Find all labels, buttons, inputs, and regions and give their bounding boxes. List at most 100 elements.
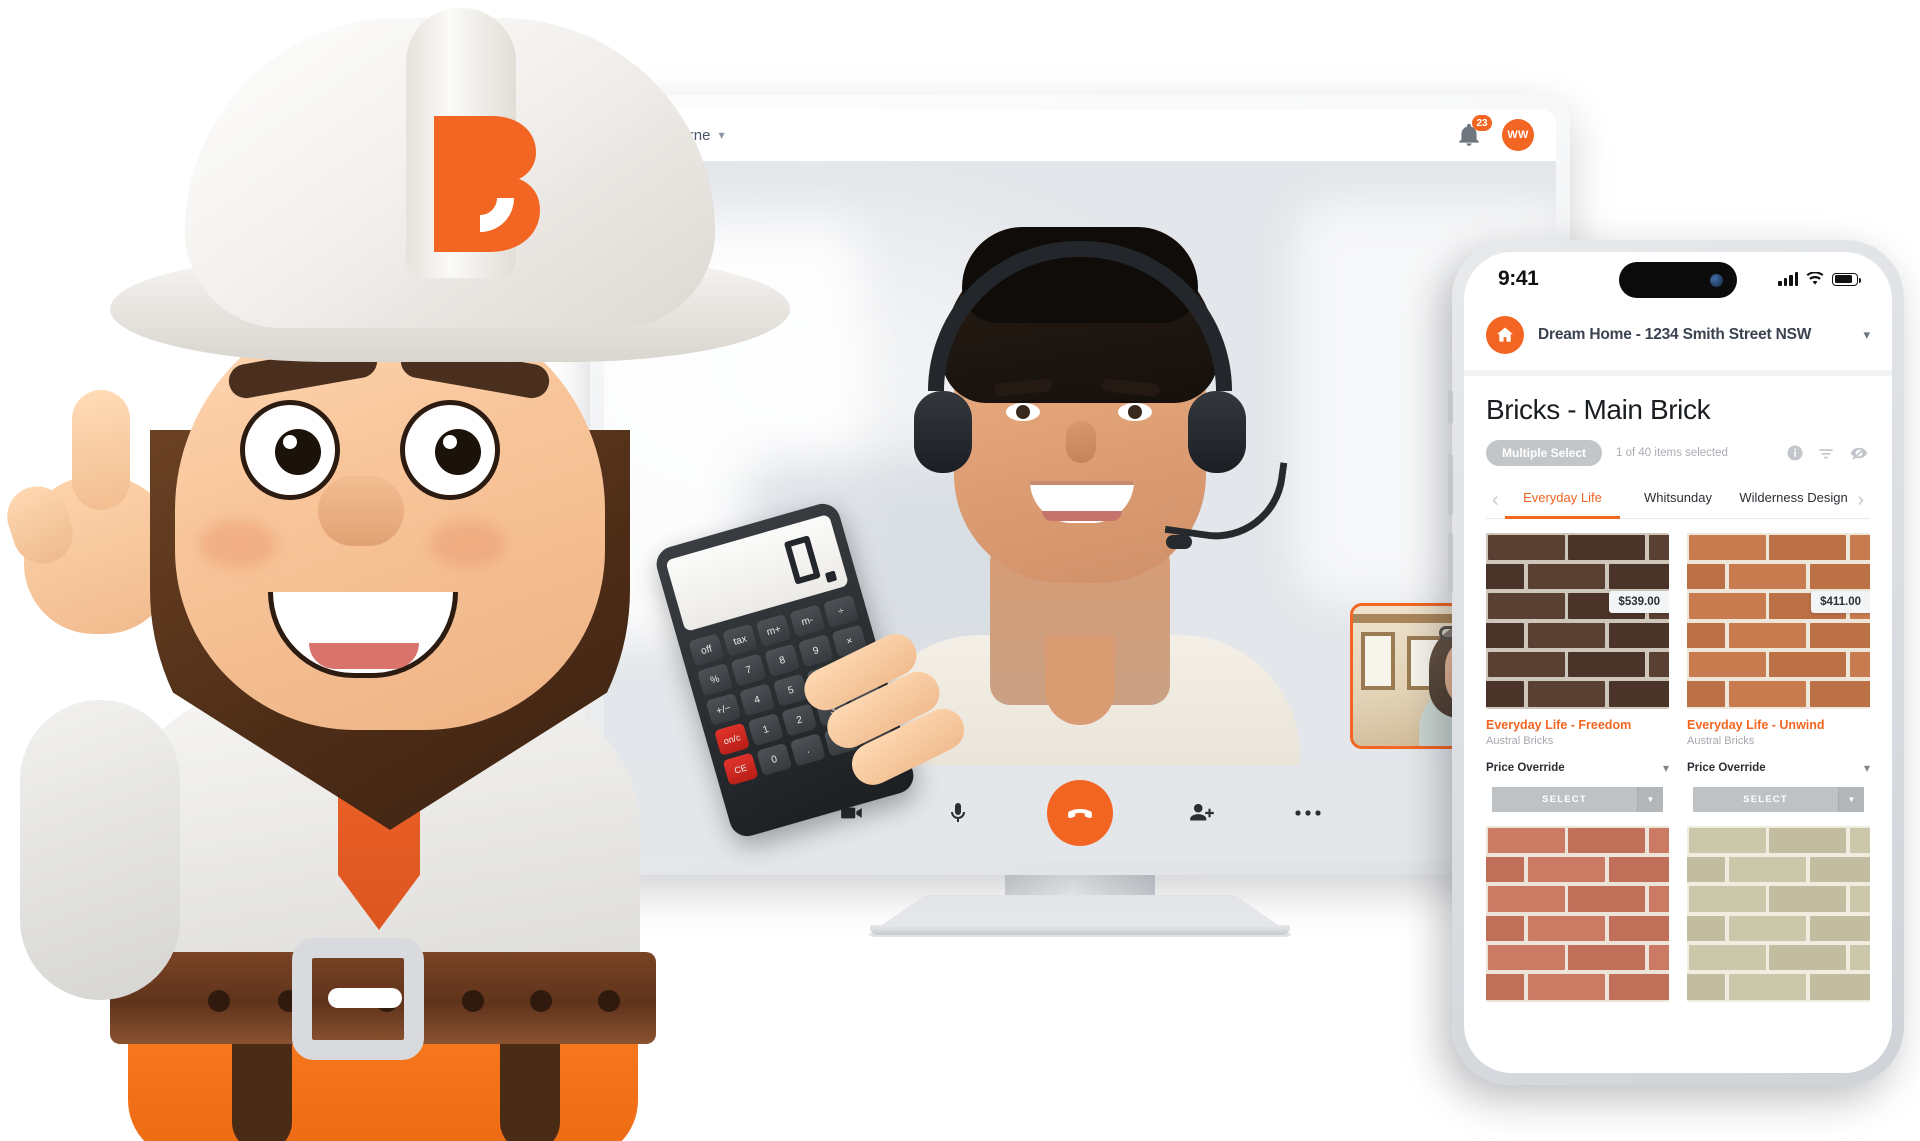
mascot-hard-hat	[110, 8, 790, 368]
chevron-left-icon[interactable]: ‹	[1486, 484, 1505, 518]
brick-unit	[1849, 827, 1870, 854]
status-bar: 9:41	[1464, 252, 1892, 306]
filter-icon[interactable]	[1816, 444, 1836, 462]
participant-smile	[1030, 481, 1134, 523]
mascot-cheek-left	[200, 520, 276, 568]
mascot-arm-left	[20, 700, 180, 1000]
buildxact-b-logo-icon	[434, 116, 540, 252]
cellular-signal-icon	[1778, 272, 1798, 286]
product-card[interactable]	[1486, 825, 1669, 1002]
product-brand: Austral Bricks	[1486, 734, 1554, 747]
home-icon	[1486, 316, 1524, 354]
calculator-key[interactable]: %	[696, 663, 733, 697]
chevron-right-icon[interactable]: ›	[1851, 484, 1870, 518]
caret-down-icon[interactable]: ▼	[1838, 786, 1864, 812]
avatar[interactable]: WW	[1502, 119, 1534, 151]
topbar-right-group: 23 WW	[1456, 115, 1534, 151]
phone-volume-up-button[interactable]	[1448, 454, 1453, 516]
calculator-key[interactable]: off	[688, 633, 725, 667]
page-title: Bricks - Main Brick	[1486, 394, 1711, 425]
headset-earcup-left	[914, 391, 972, 473]
notifications-button[interactable]: 23	[1456, 115, 1492, 148]
calculator-key[interactable]: tax	[722, 623, 759, 657]
brick-unit	[1769, 886, 1847, 912]
calculator-key[interactable]: on/c	[714, 722, 751, 756]
brick-unit	[1608, 622, 1669, 649]
calculator-key[interactable]: ÷	[822, 594, 859, 628]
calculator-key[interactable]: +/−	[705, 692, 742, 727]
tab-everyday-life[interactable]: Everyday Life	[1504, 484, 1621, 520]
brick-unit	[1809, 564, 1870, 590]
brick-unit	[1687, 681, 1726, 707]
brick-unit	[1809, 974, 1870, 1000]
select-button[interactable]: SELECT	[1492, 786, 1637, 812]
product-card[interactable]: $411.00 Everyday Life - Unwind Austral B…	[1687, 532, 1870, 812]
calculator-key[interactable]: m-	[789, 604, 826, 638]
product-card[interactable]: $539.00 Everyday Life - Freedom Austral …	[1486, 532, 1669, 812]
brick-unit	[1486, 915, 1525, 942]
headset-mic-boom	[1164, 447, 1288, 549]
calculator-key[interactable]: 4	[739, 683, 776, 717]
chevron-down-icon: ▾	[1662, 760, 1669, 775]
selection-count-label: 1 of 40 items selected	[1616, 447, 1728, 459]
brick-unit	[1608, 915, 1669, 942]
calculator-key[interactable]: 7	[730, 653, 767, 687]
brick-unit	[1487, 827, 1565, 854]
product-swatch	[1486, 825, 1669, 1002]
price-override-row[interactable]: Price Override ▾	[1687, 761, 1870, 775]
brick-unit	[1608, 974, 1669, 1000]
brick-unit	[1486, 564, 1525, 590]
phone-volume-down-button[interactable]	[1448, 532, 1453, 594]
brick-unit	[1528, 915, 1605, 942]
front-camera-icon	[1710, 273, 1723, 287]
brick-unit	[1687, 974, 1726, 1000]
brick-unit	[1487, 652, 1565, 678]
info-icon[interactable]	[1786, 444, 1804, 462]
brick-unit	[1528, 622, 1605, 649]
tab-whitsunday[interactable]: Whitsunday	[1620, 484, 1736, 518]
product-swatch: $411.00	[1687, 532, 1870, 709]
end-call-button[interactable]	[1047, 780, 1113, 846]
brick-unit	[1486, 681, 1525, 707]
brick-unit	[1487, 534, 1565, 561]
brick-unit	[1528, 974, 1605, 1000]
calculator-digit-zero	[783, 535, 821, 585]
project-address-selector[interactable]: Dream Home - 1234 Smith Street NSW ▾	[1464, 306, 1892, 370]
category-tabs: ‹ Everyday Life Whitsunday Wilderness De…	[1486, 484, 1870, 520]
price-override-label: Price Override	[1687, 761, 1766, 774]
mascot-cheek-right	[430, 520, 506, 568]
brick-unit	[1648, 534, 1669, 561]
brick-texture	[1687, 825, 1870, 1002]
brick-unit	[1687, 915, 1726, 942]
add-participant-button[interactable]	[1185, 796, 1219, 830]
participant-eye-right	[1118, 403, 1152, 421]
brick-unit	[1648, 886, 1669, 912]
multiple-select-button[interactable]: Multiple Select	[1486, 440, 1603, 466]
caret-down-icon[interactable]: ▼	[1637, 786, 1663, 812]
product-name: Everyday Life - Freedom	[1486, 717, 1632, 732]
hide-eye-icon[interactable]	[1848, 444, 1870, 462]
calculator-key[interactable]: CE	[722, 752, 759, 786]
calculator-key[interactable]: 8	[764, 643, 801, 678]
microphone-button[interactable]	[941, 796, 975, 830]
mascot-eye-right	[400, 400, 500, 500]
phone-content: Bricks - Main Brick Multiple Select 1 of…	[1464, 376, 1892, 1002]
status-indicators	[1778, 272, 1861, 286]
select-button[interactable]: SELECT	[1693, 786, 1838, 812]
pip-window-1	[1361, 632, 1395, 690]
product-name: Everyday Life - Unwind	[1687, 717, 1825, 732]
notification-badge: 23	[1472, 115, 1492, 131]
more-options-button[interactable]	[1291, 796, 1325, 830]
brick-unit	[1729, 974, 1806, 1000]
brick-unit	[1568, 534, 1646, 561]
calculator-key[interactable]: 1	[747, 713, 784, 747]
product-card[interactable]	[1687, 825, 1870, 1002]
brick-unit	[1648, 652, 1669, 678]
calculator-key[interactable]: .	[789, 733, 826, 767]
tab-wilderness-design[interactable]: Wilderness Design	[1736, 484, 1852, 518]
price-override-row[interactable]: Price Override ▾	[1486, 761, 1669, 775]
calculator-key[interactable]: m+	[755, 613, 792, 648]
calculator-key[interactable]: 9	[797, 634, 834, 668]
calculator-key[interactable]: 0	[756, 742, 793, 777]
phone-mute-switch[interactable]	[1448, 390, 1453, 424]
